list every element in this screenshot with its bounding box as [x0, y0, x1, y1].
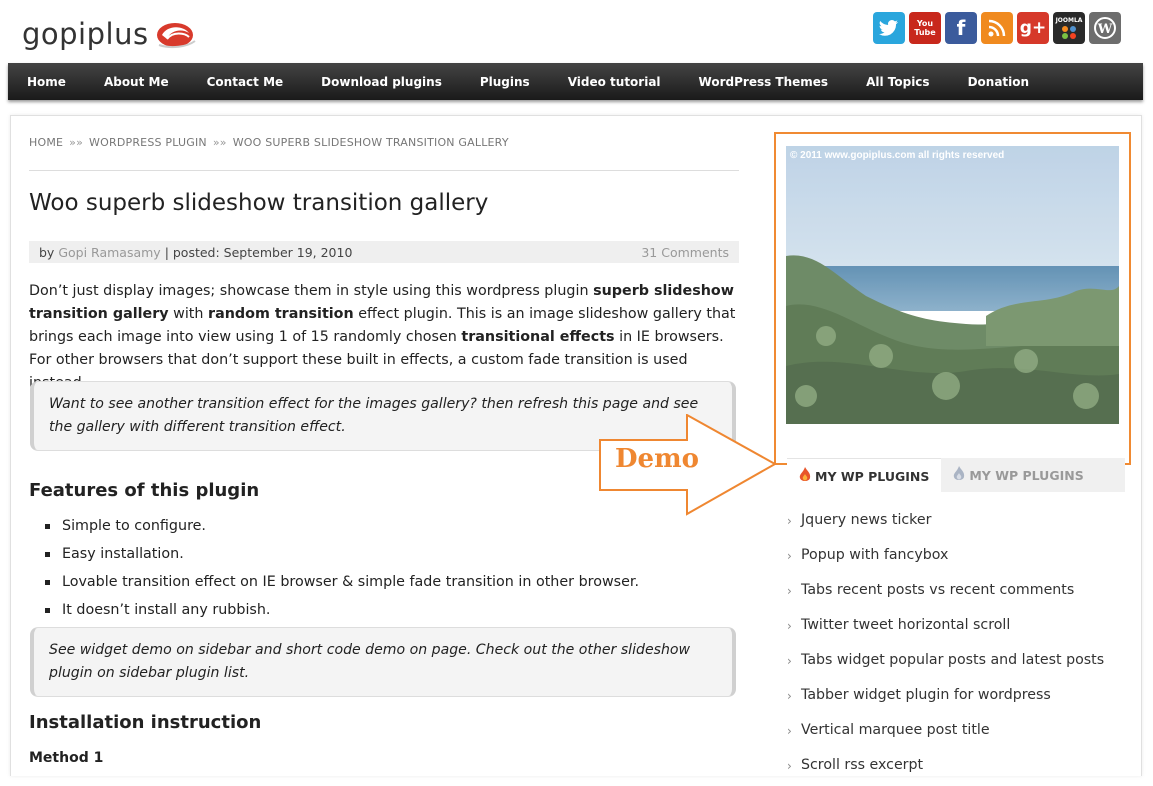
- breadcrumb-separator: »»: [212, 136, 227, 149]
- breadcrumb: HOME »» WORDPRESS PLUGIN »» WOO SUPERB SLIDE…: [29, 136, 509, 149]
- nav-contact-me[interactable]: Contact Me: [188, 75, 303, 89]
- intro-bold: transitional effects: [461, 329, 615, 345]
- flame-icon: [953, 465, 965, 485]
- tab-label: MY WP PLUGINS: [815, 468, 930, 484]
- flame-icon: [799, 466, 811, 486]
- intro-bold: random transition: [208, 306, 354, 322]
- plugin-link[interactable]: Popup with fancybox: [787, 541, 1104, 576]
- breadcrumb-current: WOO SUPERB SLIDESHOW TRANSITION GALLERY: [232, 136, 509, 149]
- plugin-tabs: MY WP PLUGINS MY WP PLUGINS: [787, 458, 1125, 493]
- plugin-link[interactable]: Jquery news ticker: [787, 506, 1104, 541]
- twitter-icon[interactable]: [873, 12, 905, 44]
- nav-donation[interactable]: Donation: [949, 75, 1048, 89]
- slideshow-image[interactable]: © 2011 www.gopiplus.com all rights reser…: [786, 146, 1119, 424]
- youtube-icon[interactable]: You Tube: [909, 12, 941, 44]
- list-item: Lovable transition effect on IE browser …: [45, 572, 639, 600]
- nav-all-topics[interactable]: All Topics: [847, 75, 949, 89]
- main-nav: Home About Me Contact Me Download plugin…: [8, 63, 1143, 100]
- list-item: Simple to configure.: [45, 516, 639, 544]
- nav-home[interactable]: Home: [8, 75, 85, 89]
- plugin-link[interactable]: Scroll rss excerpt: [787, 751, 1104, 786]
- social-icons: You Tube f g+ JOOMLA W: [873, 12, 1121, 44]
- installation-heading: Installation instruction: [29, 712, 262, 733]
- intro-paragraph: Don’t just display images; showcase them…: [29, 280, 741, 395]
- plugin-link[interactable]: Tabs widget popular posts and latest pos…: [787, 646, 1104, 681]
- nav-about-me[interactable]: About Me: [85, 75, 188, 89]
- logo-swirl-icon: [153, 17, 197, 51]
- method-heading: Method 1: [29, 750, 104, 766]
- tab-label: MY WP PLUGINS: [969, 467, 1084, 483]
- plugin-list: Jquery news ticker Popup with fancybox T…: [787, 506, 1104, 786]
- plugin-link[interactable]: Tabber widget plugin for wordpress: [787, 681, 1104, 716]
- tab-my-wp-plugins-alt[interactable]: MY WP PLUGINS: [941, 458, 1095, 492]
- list-item: It doesn’t install any rubbish.: [45, 600, 639, 628]
- author-link[interactable]: Gopi Ramasamy: [58, 245, 160, 260]
- nav-plugins[interactable]: Plugins: [461, 75, 549, 89]
- breadcrumb-home[interactable]: HOME: [29, 136, 63, 149]
- post-date: | posted: September 19, 2010: [164, 244, 353, 260]
- list-item: Easy installation.: [45, 544, 639, 572]
- demo-label: Demo: [615, 444, 699, 474]
- plugin-link[interactable]: Vertical marquee post title: [787, 716, 1104, 751]
- image-caption: © 2011 www.gopiplus.com all rights reser…: [790, 150, 1005, 161]
- joomla-icon[interactable]: JOOMLA: [1053, 12, 1085, 44]
- logo-text: gopiplus: [22, 17, 149, 51]
- nav-wordpress-themes[interactable]: WordPress Themes: [680, 75, 848, 89]
- features-list: Simple to configure. Easy installation. …: [45, 516, 639, 628]
- breadcrumb-separator: »»: [69, 136, 84, 149]
- features-heading: Features of this plugin: [29, 480, 260, 501]
- google-plus-icon[interactable]: g+: [1017, 12, 1049, 44]
- site-logo[interactable]: gopiplus: [22, 14, 197, 54]
- wordpress-icon[interactable]: W: [1089, 12, 1121, 44]
- plugin-link[interactable]: Tabs recent posts vs recent comments: [787, 576, 1104, 611]
- breadcrumb-category[interactable]: WORDPRESS PLUGIN: [89, 136, 207, 149]
- tab-my-wp-plugins[interactable]: MY WP PLUGINS: [787, 458, 942, 493]
- nav-download-plugins[interactable]: Download plugins: [302, 75, 461, 89]
- svg-text:W: W: [1097, 22, 1113, 37]
- facebook-icon[interactable]: f: [945, 12, 977, 44]
- intro-text: with: [168, 306, 209, 322]
- post-meta: by Gopi Ramasamy | posted: September 19,…: [29, 241, 739, 263]
- divider: [29, 170, 739, 171]
- callout-quote: See widget demo on sidebar and short cod…: [30, 627, 736, 697]
- plugin-link[interactable]: Twitter tweet horizontal scroll: [787, 611, 1104, 646]
- nav-video-tutorial[interactable]: Video tutorial: [549, 75, 680, 89]
- rss-icon[interactable]: [981, 12, 1013, 44]
- by-label: by: [39, 244, 55, 260]
- post-byline: by Gopi Ramasamy | posted: September 19,…: [39, 245, 352, 260]
- intro-text: Don’t just display images; showcase them…: [29, 283, 594, 299]
- comments-link[interactable]: 31 Comments: [641, 245, 729, 260]
- page-title: Woo superb slideshow transition gallery: [29, 190, 489, 216]
